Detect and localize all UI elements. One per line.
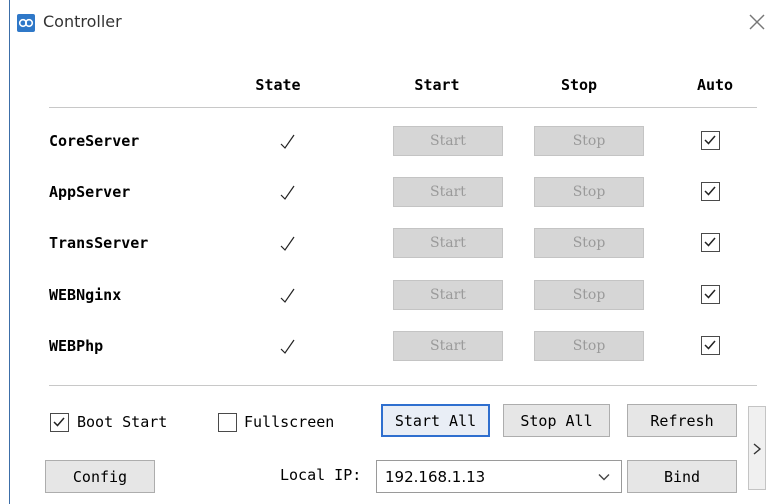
auto-checkbox[interactable] bbox=[701, 182, 720, 201]
stop-all-button[interactable]: Stop All bbox=[503, 404, 610, 437]
stop-button[interactable]: Stop bbox=[534, 331, 644, 361]
header-start: Start bbox=[414, 76, 460, 94]
header-stop: Stop bbox=[560, 76, 598, 94]
auto-checkbox[interactable] bbox=[701, 336, 720, 355]
close-icon[interactable] bbox=[745, 10, 769, 34]
header-state: State bbox=[255, 76, 301, 94]
start-button[interactable]: Start bbox=[393, 177, 503, 207]
boot-start-checkbox[interactable] bbox=[50, 413, 69, 432]
local-ip-value: 192.168.1.13 bbox=[385, 468, 486, 486]
auto-checkbox[interactable] bbox=[701, 233, 720, 252]
start-button[interactable]: Start bbox=[393, 228, 503, 258]
start-button[interactable]: Start bbox=[393, 280, 503, 310]
window-title: Controller bbox=[43, 12, 122, 31]
footer-divider bbox=[49, 385, 757, 386]
fullscreen-label: Fullscreen bbox=[244, 413, 335, 431]
window-left-edge bbox=[0, 0, 9, 504]
service-name: CoreServer bbox=[49, 132, 140, 150]
chevron-right-icon bbox=[753, 443, 762, 455]
chevron-down-icon bbox=[598, 474, 610, 481]
refresh-button[interactable]: Refresh bbox=[627, 404, 737, 437]
start-all-button[interactable]: Start All bbox=[381, 404, 490, 437]
fullscreen-checkbox[interactable] bbox=[218, 413, 237, 432]
start-button[interactable]: Start bbox=[393, 331, 503, 361]
local-ip-select[interactable]: 192.168.1.13 bbox=[376, 460, 622, 493]
app-icon bbox=[17, 14, 35, 32]
auto-checkbox[interactable] bbox=[701, 131, 720, 150]
stop-button[interactable]: Stop bbox=[534, 280, 644, 310]
service-name: WEBPhp bbox=[49, 337, 104, 355]
state-ok-icon bbox=[280, 185, 295, 200]
state-ok-icon bbox=[280, 339, 295, 354]
auto-checkbox[interactable] bbox=[701, 285, 720, 304]
header-auto: Auto bbox=[696, 76, 734, 94]
title-bar: Controller bbox=[10, 0, 774, 44]
service-name: AppServer bbox=[49, 183, 131, 201]
service-name: TransServer bbox=[49, 234, 149, 252]
controller-window: Controller State Start Stop Auto CoreSer… bbox=[9, 0, 774, 504]
boot-start-label: Boot Start bbox=[77, 413, 168, 431]
local-ip-label: Local IP: bbox=[280, 466, 362, 484]
service-name: WEBNginx bbox=[49, 286, 122, 304]
expand-panel-button[interactable] bbox=[748, 406, 766, 490]
bind-button[interactable]: Bind bbox=[627, 460, 737, 493]
start-button[interactable]: Start bbox=[393, 126, 503, 156]
stop-button[interactable]: Stop bbox=[534, 177, 644, 207]
stop-button[interactable]: Stop bbox=[534, 228, 644, 258]
state-ok-icon bbox=[280, 134, 295, 149]
stop-button[interactable]: Stop bbox=[534, 126, 644, 156]
state-ok-icon bbox=[280, 288, 295, 303]
header-divider bbox=[49, 107, 757, 108]
state-ok-icon bbox=[280, 236, 295, 251]
config-button[interactable]: Config bbox=[45, 460, 155, 493]
